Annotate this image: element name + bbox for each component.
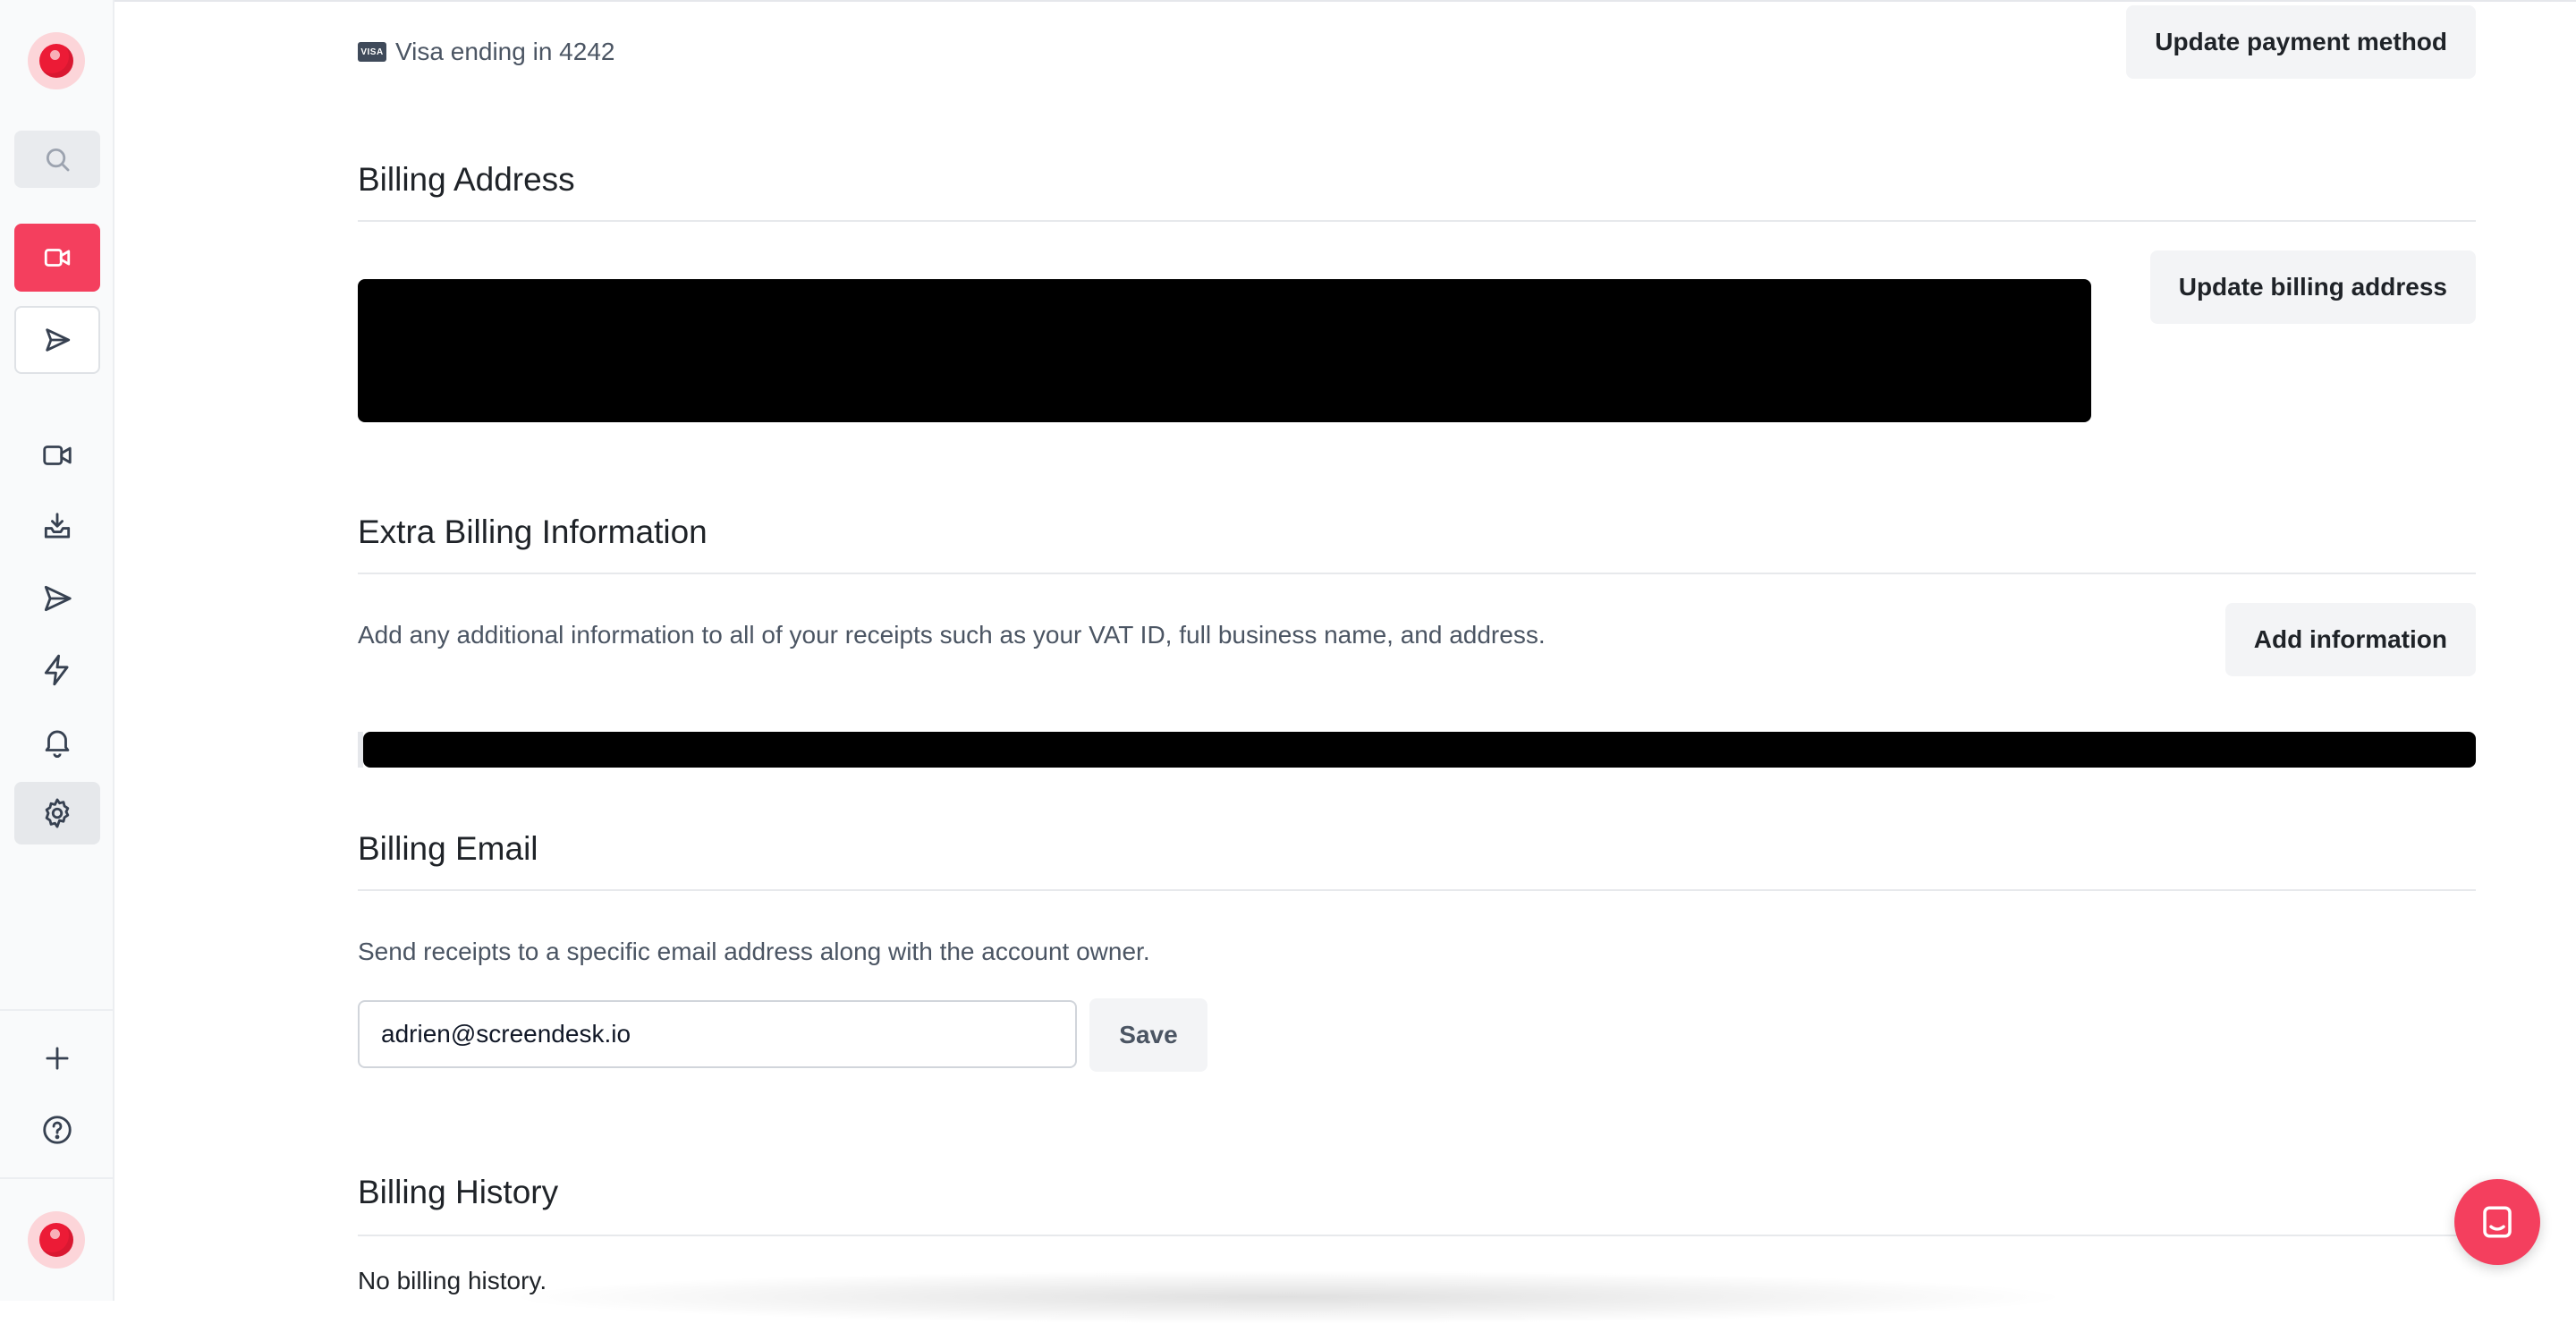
sidebar-item-inbox[interactable] [14, 496, 100, 558]
gear-icon [45, 798, 70, 828]
video-icon [43, 446, 72, 465]
save-button[interactable]: Save [1089, 998, 1208, 1072]
section-divider [358, 220, 2476, 222]
chat-icon [2483, 1206, 2512, 1238]
card-description: Visa ending in 4242 [395, 38, 615, 65]
section-divider [358, 889, 2476, 891]
extra-billing-description: Add any additional information to all of… [358, 621, 1546, 649]
help-circle-icon [43, 1116, 72, 1144]
billing-address-title: Billing Address [358, 161, 575, 198]
sidebar-item-notifications[interactable] [14, 710, 100, 773]
extra-billing-title: Extra Billing Information [358, 513, 708, 550]
send-request-button[interactable] [14, 306, 100, 374]
record-button[interactable] [14, 224, 100, 292]
add-information-button[interactable]: Add information [2224, 603, 2476, 676]
billing-email-input[interactable] [358, 1000, 1077, 1068]
sidebar-item-videos[interactable] [14, 424, 100, 487]
billing-settings: VISA Visa ending in 4242 Update payment … [358, 0, 2476, 1301]
app-logo[interactable] [28, 32, 85, 89]
send-icon [44, 585, 72, 612]
update-payment-method-button[interactable]: Update payment method [2126, 5, 2476, 79]
inbox-download-icon [44, 513, 71, 539]
section-divider [358, 573, 2476, 574]
payment-method-row: VISA Visa ending in 4242 [358, 36, 614, 68]
search-button[interactable] [14, 131, 100, 188]
redacted-extra-info [363, 732, 2476, 768]
sidebar [0, 0, 114, 1301]
sidebar-item-sent[interactable] [14, 567, 100, 630]
sidebar-divider [0, 1177, 113, 1179]
visa-card-icon: VISA [358, 42, 386, 62]
billing-history-title: Billing History [358, 1174, 559, 1210]
chat-launcher-button[interactable] [2454, 1179, 2540, 1265]
update-billing-address-button[interactable]: Update billing address [2149, 250, 2476, 324]
video-camera-icon [44, 249, 71, 267]
billing-email-description: Send receipts to a specific email addres… [358, 938, 1150, 965]
lightning-icon [44, 654, 69, 686]
section-divider [358, 1235, 2476, 1236]
sidebar-divider [0, 1009, 113, 1011]
send-icon [46, 328, 71, 352]
billing-email-title: Billing Email [358, 830, 538, 867]
user-avatar[interactable] [28, 1211, 85, 1269]
help-button[interactable] [14, 1099, 100, 1161]
extra-info-bar [358, 732, 363, 768]
redacted-address [358, 279, 2091, 422]
search-icon [46, 148, 70, 172]
add-button[interactable] [14, 1027, 100, 1090]
sidebar-item-settings[interactable] [14, 782, 100, 844]
plus-icon [46, 1047, 69, 1070]
sidebar-item-automations[interactable] [14, 639, 100, 701]
bell-icon [45, 730, 70, 758]
bottom-shadow [501, 1270, 2075, 1324]
